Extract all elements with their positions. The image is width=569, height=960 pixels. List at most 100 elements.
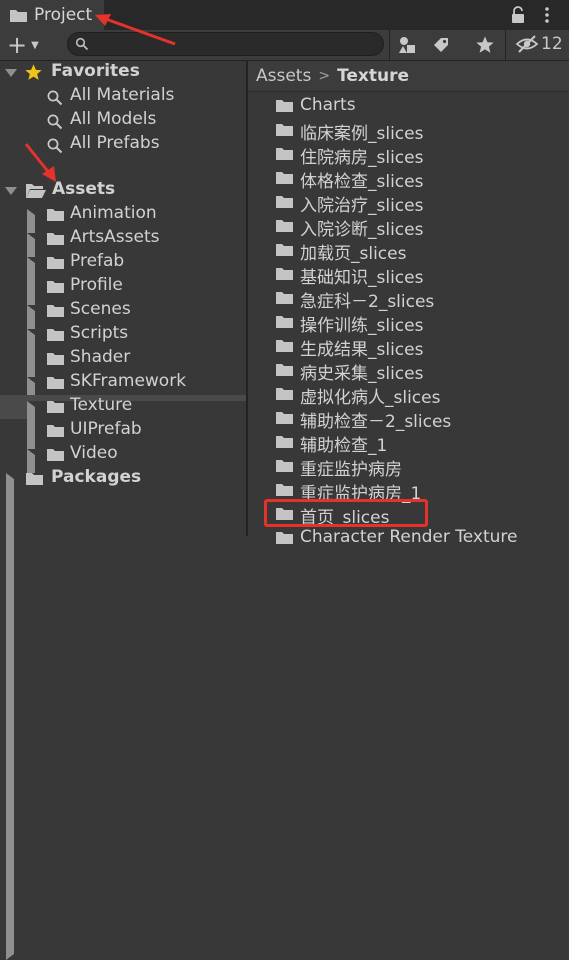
folder-icon — [47, 281, 64, 293]
folder-icon — [26, 473, 43, 485]
folder-icon — [276, 292, 293, 304]
folder-list-item[interactable]: 基础知识_slices — [248, 261, 569, 288]
folder-icon — [276, 124, 293, 136]
tree-item-folder[interactable]: Texture — [0, 395, 356, 888]
chevron-down-icon: ▼ — [31, 39, 39, 51]
tree-item-folder[interactable]: Profile — [0, 275, 246, 299]
more-menu-icon[interactable] — [543, 6, 551, 24]
tree-item-label: SKFramework — [70, 371, 187, 391]
folder-icon — [276, 100, 293, 112]
tree-item-label: Scenes — [70, 299, 131, 319]
search-by-type-button[interactable] — [396, 35, 418, 55]
folder-icon — [47, 377, 64, 389]
favorites-toggle-button[interactable] — [474, 35, 496, 55]
tree-item-label: Video — [70, 443, 118, 463]
tab-title: Project — [34, 5, 93, 25]
tree-item-label: Profile — [70, 275, 123, 295]
highlight-annotation — [264, 499, 428, 527]
tree-item[interactable]: All Materials — [0, 85, 246, 109]
expand-arrow-icon[interactable] — [5, 69, 17, 77]
tree-item-folder[interactable]: Video — [0, 443, 356, 936]
tree-item-label: Prefab — [70, 251, 125, 271]
folder-icon — [276, 532, 293, 544]
folder-icon — [276, 484, 293, 496]
folder-list-item[interactable]: 体格检查_slices — [248, 165, 569, 192]
folder-list-item[interactable]: 生成结果_slices — [248, 333, 569, 360]
folder-icon — [47, 401, 64, 413]
tree-item-folder[interactable]: Prefab — [0, 251, 356, 744]
folder-icon — [276, 412, 293, 424]
folder-icon — [276, 172, 293, 184]
expand-arrow-icon[interactable] — [5, 187, 17, 195]
lock-icon[interactable] — [510, 6, 526, 24]
breadcrumb-current[interactable]: Texture — [337, 66, 409, 86]
annotation-arrow — [95, 14, 176, 46]
folder-contents-panel[interactable]: Assets > Texture Charts 临床案例_slices 住院病房_s… — [248, 61, 569, 547]
tag-icon — [434, 38, 448, 52]
folder-list-item[interactable]: 临床案例_slices — [248, 117, 569, 144]
folder-list-item[interactable]: 重症监护病房_1 — [248, 477, 569, 504]
folder-list-item[interactable]: 操作训练_slices — [248, 309, 569, 336]
folder-list-item[interactable]: 住院病房_slices — [248, 141, 569, 168]
folder-list-item[interactable]: 重症监护病房 — [248, 453, 569, 480]
tree-item-folder[interactable]: Scripts — [0, 323, 356, 816]
tree-packages-header[interactable]: Packages — [0, 467, 335, 960]
folder-icon — [276, 220, 293, 232]
create-dropdown-button[interactable]: + ▼ — [4, 33, 50, 57]
folder-list-item[interactable]: 入院治疗_slices — [248, 189, 569, 216]
toolbar-divider — [505, 30, 506, 60]
tree-item-label: All Prefabs — [70, 133, 160, 153]
folder-list-item[interactable]: Character Render Texture — [248, 525, 569, 549]
tree-item-label: ArtsAssets — [70, 227, 160, 247]
tree-item-label: All Models — [70, 109, 157, 129]
star-icon — [25, 64, 42, 80]
folder-icon — [10, 9, 27, 22]
search-icon — [47, 114, 63, 130]
folder-icon — [47, 329, 64, 341]
folder-icon — [47, 233, 64, 245]
folder-list-item[interactable]: 辅助检查－2_slices — [248, 405, 569, 432]
folder-list-item[interactable]: Charts — [248, 93, 569, 117]
tree-item-label: Shader — [70, 347, 131, 367]
folder-icon — [47, 257, 64, 269]
folder-item-label: Charts — [300, 95, 356, 115]
tree-item-folder[interactable]: ArtsAssets — [0, 227, 356, 720]
search-icon — [47, 90, 63, 106]
folder-item-label: Character Render Texture — [300, 527, 518, 547]
folder-list-item[interactable]: 辅助检查_1 — [248, 429, 569, 456]
search-by-label-button[interactable] — [430, 35, 452, 55]
folder-icon — [276, 244, 293, 256]
folder-icon — [276, 316, 293, 328]
folder-icon — [276, 460, 293, 472]
tree-item[interactable]: All Models — [0, 109, 246, 133]
eye-hidden-icon — [515, 35, 539, 53]
folder-list-item[interactable]: 虚拟化病人_slices — [248, 381, 569, 408]
folder-list-item[interactable]: 病史采集_slices — [248, 357, 569, 384]
tree-item-label: All Materials — [70, 85, 175, 105]
tree-item-folder[interactable]: Shader — [0, 347, 246, 371]
tree-item-folder[interactable]: SKFramework — [0, 371, 356, 864]
tree-item-folder[interactable]: Scenes — [0, 299, 356, 792]
folder-icon — [276, 436, 293, 448]
folder-icon — [276, 364, 293, 376]
shapes-icon — [399, 37, 415, 53]
folder-icon — [276, 340, 293, 352]
packages-label: Packages — [51, 467, 142, 487]
folder-icon — [47, 425, 64, 437]
hidden-count: 12 — [541, 34, 563, 54]
folder-list-item[interactable]: 急症科－2_slices — [248, 285, 569, 312]
tree-favorites-header[interactable]: Favorites — [0, 61, 246, 85]
tree-item-label: Texture — [70, 395, 133, 415]
tree-item-folder[interactable]: Animation — [0, 203, 356, 696]
star-icon — [476, 36, 494, 53]
folder-tree-panel[interactable]: Favorites All Materials All Models All P… — [0, 61, 356, 960]
tree-item-label: Scripts — [70, 323, 129, 343]
breadcrumb-root[interactable]: Assets — [256, 66, 311, 86]
breadcrumb: Assets > Texture — [248, 61, 569, 92]
folder-list-item[interactable]: 入院诊断_slices — [248, 213, 569, 240]
plus-icon: + — [7, 31, 28, 59]
folder-list-item[interactable]: 加载页_slices — [248, 237, 569, 264]
tree-item-folder[interactable]: UIPrefab — [0, 419, 246, 443]
hidden-packages-toggle[interactable]: 12 — [515, 34, 563, 54]
folder-icon — [276, 388, 293, 400]
